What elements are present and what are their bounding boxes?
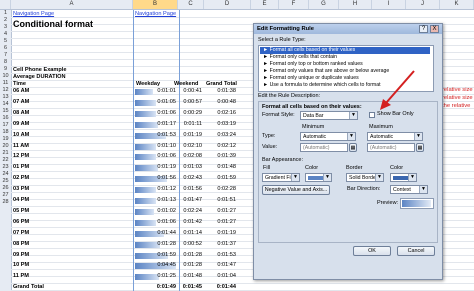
red-annotation-arrow: [380, 70, 415, 110]
